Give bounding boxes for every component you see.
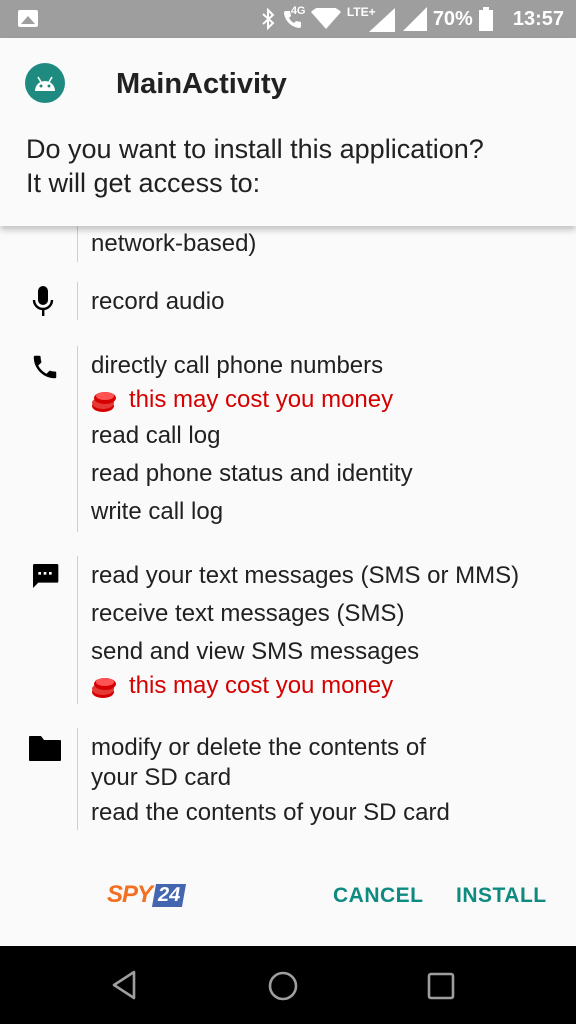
battery-icon xyxy=(478,7,493,31)
status-bar: 4G LTE+ 70% 13:57 xyxy=(0,0,576,38)
permission-item: read phone status and identity xyxy=(91,460,413,487)
image-notification-icon xyxy=(18,10,38,27)
group-divider xyxy=(77,226,78,262)
permission-item: read call log xyxy=(91,422,221,449)
logo-text-spy: SPY xyxy=(107,881,153,908)
back-icon[interactable] xyxy=(110,970,138,1000)
status-icons: 4G LTE+ 70% 13:57 xyxy=(261,0,564,38)
recents-icon[interactable] xyxy=(427,972,455,1000)
coins-icon xyxy=(92,392,116,412)
install-dialog-header: MainActivity Do you want to install this… xyxy=(0,38,576,226)
install-prompt: Do you want to install this application?… xyxy=(26,132,484,200)
home-icon[interactable] xyxy=(267,970,299,1002)
group-divider xyxy=(77,556,78,704)
permission-item: directly call phone numbers xyxy=(91,352,384,379)
android-app-icon xyxy=(25,63,65,103)
permission-item-line: your SD card xyxy=(91,764,232,791)
group-divider xyxy=(77,346,78,532)
permission-item: network-based) xyxy=(91,230,257,257)
cost-warning: this may cost you money xyxy=(91,386,431,416)
app-title: MainActivity xyxy=(116,68,287,100)
network-type-label: 4G xyxy=(290,5,306,17)
permission-list[interactable]: network-based) record audio directly cal… xyxy=(0,226,576,856)
folder-icon xyxy=(29,736,61,761)
cost-warning-text: this may cost you money xyxy=(129,672,394,699)
cancel-button[interactable]: CANCEL xyxy=(333,884,424,908)
permission-item-line: modify or delete the contents of xyxy=(91,734,426,761)
logo-text-24: 24 xyxy=(152,883,187,907)
microphone-icon xyxy=(32,286,54,316)
message-icon xyxy=(33,564,59,588)
bluetooth-icon xyxy=(262,8,275,30)
call-signal-icon: 4G xyxy=(281,5,306,31)
group-divider xyxy=(77,728,78,830)
permission-item: receive text messages (SMS) xyxy=(91,600,405,627)
signal-icon xyxy=(402,7,427,31)
clock: 13:57 xyxy=(512,7,564,30)
cost-warning-text: this may cost you money xyxy=(129,386,394,413)
permission-item: read the contents of your SD card xyxy=(91,799,450,826)
navigation-bar xyxy=(0,946,576,1024)
prompt-line-2: It will get access to: xyxy=(26,168,261,198)
coins-icon xyxy=(92,678,116,698)
phone-icon xyxy=(33,355,57,379)
permission-item: record audio xyxy=(91,288,225,315)
prompt-line-1: Do you want to install this application? xyxy=(26,134,484,164)
lte-signal-icon: LTE+ xyxy=(347,5,397,32)
spy24-logo: SPY 24 xyxy=(107,881,187,908)
battery-percent: 70% xyxy=(432,7,473,30)
wifi-icon xyxy=(310,8,341,29)
permission-item: read your text messages (SMS or MMS) xyxy=(91,562,520,589)
permission-item: send and view SMS messages xyxy=(91,638,420,665)
cost-warning: this may cost you money xyxy=(91,672,431,702)
install-button[interactable]: INSTALL xyxy=(456,884,547,908)
group-divider xyxy=(77,282,78,320)
permission-item: write call log xyxy=(91,498,224,525)
